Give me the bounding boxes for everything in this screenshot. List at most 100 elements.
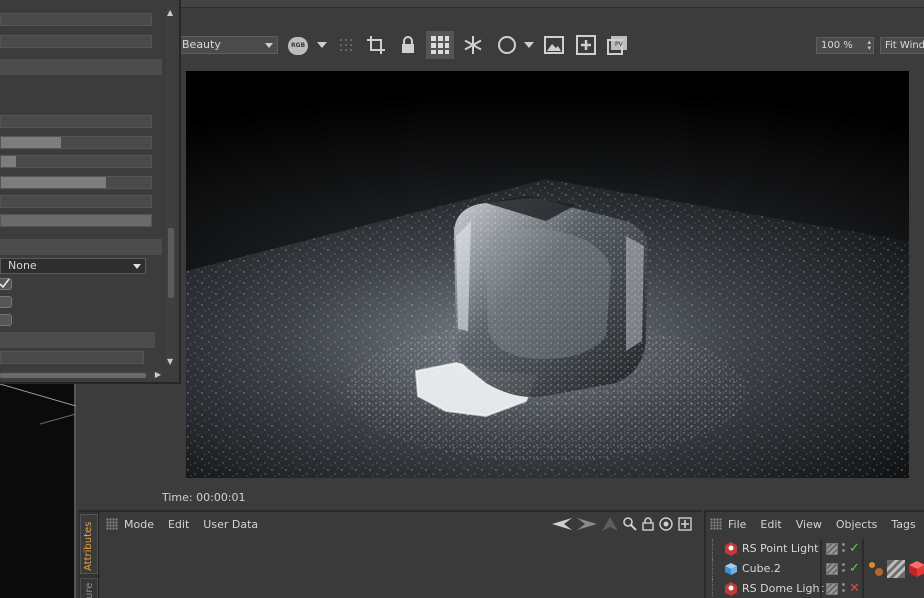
column-divider bbox=[862, 559, 864, 579]
scroll-down-icon[interactable]: ▼ bbox=[167, 357, 173, 366]
settings-slider[interactable] bbox=[0, 136, 152, 149]
tree-line bbox=[712, 539, 720, 559]
column-divider bbox=[820, 539, 822, 559]
menu-mode[interactable]: Mode bbox=[124, 518, 154, 531]
render-window-top-strip bbox=[76, 0, 924, 8]
attributes-toolbar bbox=[552, 514, 692, 534]
target-icon[interactable] bbox=[659, 517, 673, 531]
settings-field[interactable] bbox=[0, 115, 152, 128]
scrollbar-thumb[interactable] bbox=[168, 228, 174, 298]
settings-dropdown[interactable] bbox=[0, 195, 152, 208]
left-3d-viewport[interactable] bbox=[0, 384, 76, 598]
chevron-down-icon[interactable] bbox=[317, 42, 327, 48]
up-arrow-icon[interactable] bbox=[602, 517, 618, 531]
disabled-cross-icon[interactable]: ✕ bbox=[849, 581, 860, 597]
settings-field[interactable] bbox=[0, 351, 144, 364]
render-toolbar: Beauty RGB PV 100 % ▴ ▾ Fit Wind bbox=[76, 28, 924, 62]
menu-file[interactable]: File bbox=[728, 518, 746, 531]
menu-view[interactable]: View bbox=[796, 518, 822, 531]
back-arrow-icon[interactable] bbox=[552, 518, 572, 530]
object-menubar: File Edit View Objects Tags bbox=[706, 514, 924, 534]
fit-window-button[interactable]: Fit Wind bbox=[880, 37, 924, 54]
crop-icon[interactable] bbox=[363, 28, 389, 62]
settings-group-header[interactable] bbox=[0, 59, 162, 75]
menu-edit[interactable]: Edit bbox=[760, 518, 781, 531]
aov-select-value: Beauty bbox=[182, 38, 221, 51]
settings-field[interactable] bbox=[0, 214, 152, 227]
stepper-arrows-icon[interactable]: ▴ ▾ bbox=[867, 39, 871, 52]
visibility-dots-icon[interactable] bbox=[842, 543, 846, 555]
redshift-object-tag-icon[interactable] bbox=[908, 560, 924, 578]
column-divider bbox=[862, 579, 864, 598]
object-row[interactable]: RS Dome Light ✕ bbox=[712, 579, 924, 598]
object-row[interactable]: RS Point Light ✓ bbox=[712, 539, 924, 559]
texture-tag-icon[interactable] bbox=[887, 560, 905, 578]
lock-icon[interactable] bbox=[642, 517, 654, 531]
render-image[interactable] bbox=[186, 71, 909, 478]
object-manager: File Edit View Objects Tags RS Point Lig… bbox=[704, 510, 924, 598]
time-readout: Time: 00:00:01 bbox=[162, 491, 246, 504]
rs-light-icon bbox=[725, 582, 737, 596]
aov-select[interactable]: Beauty bbox=[177, 36, 278, 54]
zoom-field[interactable]: 100 % ▴ ▾ bbox=[816, 37, 874, 54]
grip-icon[interactable] bbox=[710, 518, 722, 530]
rgb-channel-button[interactable]: RGB bbox=[288, 37, 308, 55]
menu-edit[interactable]: Edit bbox=[168, 518, 189, 531]
settings-checkbox[interactable] bbox=[0, 278, 12, 290]
visibility-dots-icon[interactable] bbox=[842, 563, 846, 575]
search-icon[interactable] bbox=[623, 517, 637, 531]
new-panel-icon[interactable] bbox=[678, 517, 692, 531]
add-snapshot-icon[interactable] bbox=[574, 28, 598, 62]
chevron-down-icon bbox=[133, 264, 141, 269]
image-icon[interactable] bbox=[542, 28, 566, 62]
column-divider bbox=[820, 579, 822, 598]
menu-objects[interactable]: Objects bbox=[836, 518, 878, 531]
visibility-dots-icon[interactable] bbox=[842, 583, 846, 595]
grip-icon[interactable] bbox=[106, 518, 118, 530]
menu-user-data[interactable]: User Data bbox=[203, 518, 258, 531]
object-row[interactable]: Cube.2 ✓ bbox=[712, 559, 924, 579]
column-divider bbox=[820, 559, 822, 579]
circle-icon[interactable] bbox=[495, 28, 519, 62]
snowflake-icon[interactable] bbox=[460, 28, 486, 62]
settings-field[interactable] bbox=[0, 13, 152, 26]
settings-checkbox[interactable] bbox=[0, 296, 12, 308]
settings-slider[interactable] bbox=[0, 176, 152, 189]
forward-arrow-icon[interactable] bbox=[577, 518, 597, 530]
layer-swatch[interactable] bbox=[826, 563, 838, 575]
settings-vertical-scrollbar[interactable]: ▲ ▼ bbox=[166, 8, 176, 366]
tab-structure[interactable]: ure bbox=[80, 578, 98, 598]
scrollbar-thumb[interactable] bbox=[0, 373, 146, 378]
scroll-up-icon[interactable]: ▲ bbox=[167, 8, 173, 17]
settings-mode-select[interactable]: None bbox=[0, 258, 146, 274]
cube-icon bbox=[725, 563, 737, 575]
layer-swatch[interactable] bbox=[826, 543, 838, 555]
grid-overlay-icon[interactable] bbox=[426, 31, 454, 59]
settings-group-header[interactable] bbox=[0, 332, 155, 348]
chevron-down-icon[interactable] bbox=[524, 42, 534, 48]
menu-tags[interactable]: Tags bbox=[891, 518, 915, 531]
enabled-check-icon[interactable]: ✓ bbox=[849, 541, 860, 557]
settings-field[interactable] bbox=[0, 35, 152, 48]
settings-horizontal-scrollbar[interactable]: ▶ bbox=[0, 370, 162, 380]
enabled-check-icon[interactable]: ✓ bbox=[849, 561, 860, 577]
tab-attributes[interactable]: Attributes bbox=[80, 514, 98, 574]
layer-swatch[interactable] bbox=[826, 583, 838, 595]
tab-structure-label: ure bbox=[84, 582, 95, 598]
tree-line bbox=[712, 579, 720, 598]
settings-mode-value: None bbox=[8, 259, 37, 272]
zoom-value: 100 % bbox=[821, 40, 853, 51]
lock-icon[interactable] bbox=[397, 28, 419, 62]
material-tag-icon[interactable] bbox=[868, 561, 884, 577]
settings-checkbox[interactable] bbox=[0, 314, 12, 326]
grid-dots-icon[interactable] bbox=[336, 28, 356, 62]
render-view-window: Beauty RGB PV 100 % ▴ ▾ Fit Wind Time: 0… bbox=[76, 0, 924, 510]
picture-viewer-icon[interactable]: PV bbox=[606, 28, 630, 62]
object-name: RS Point Light bbox=[742, 542, 819, 555]
scroll-right-icon[interactable]: ▶ bbox=[155, 370, 161, 379]
column-divider bbox=[862, 539, 864, 559]
svg-text:PV: PV bbox=[615, 41, 624, 48]
settings-group-header[interactable] bbox=[0, 239, 162, 255]
settings-slider[interactable] bbox=[0, 155, 152, 168]
attributes-manager: Attributes ure Mode Edit User Data bbox=[78, 510, 702, 598]
